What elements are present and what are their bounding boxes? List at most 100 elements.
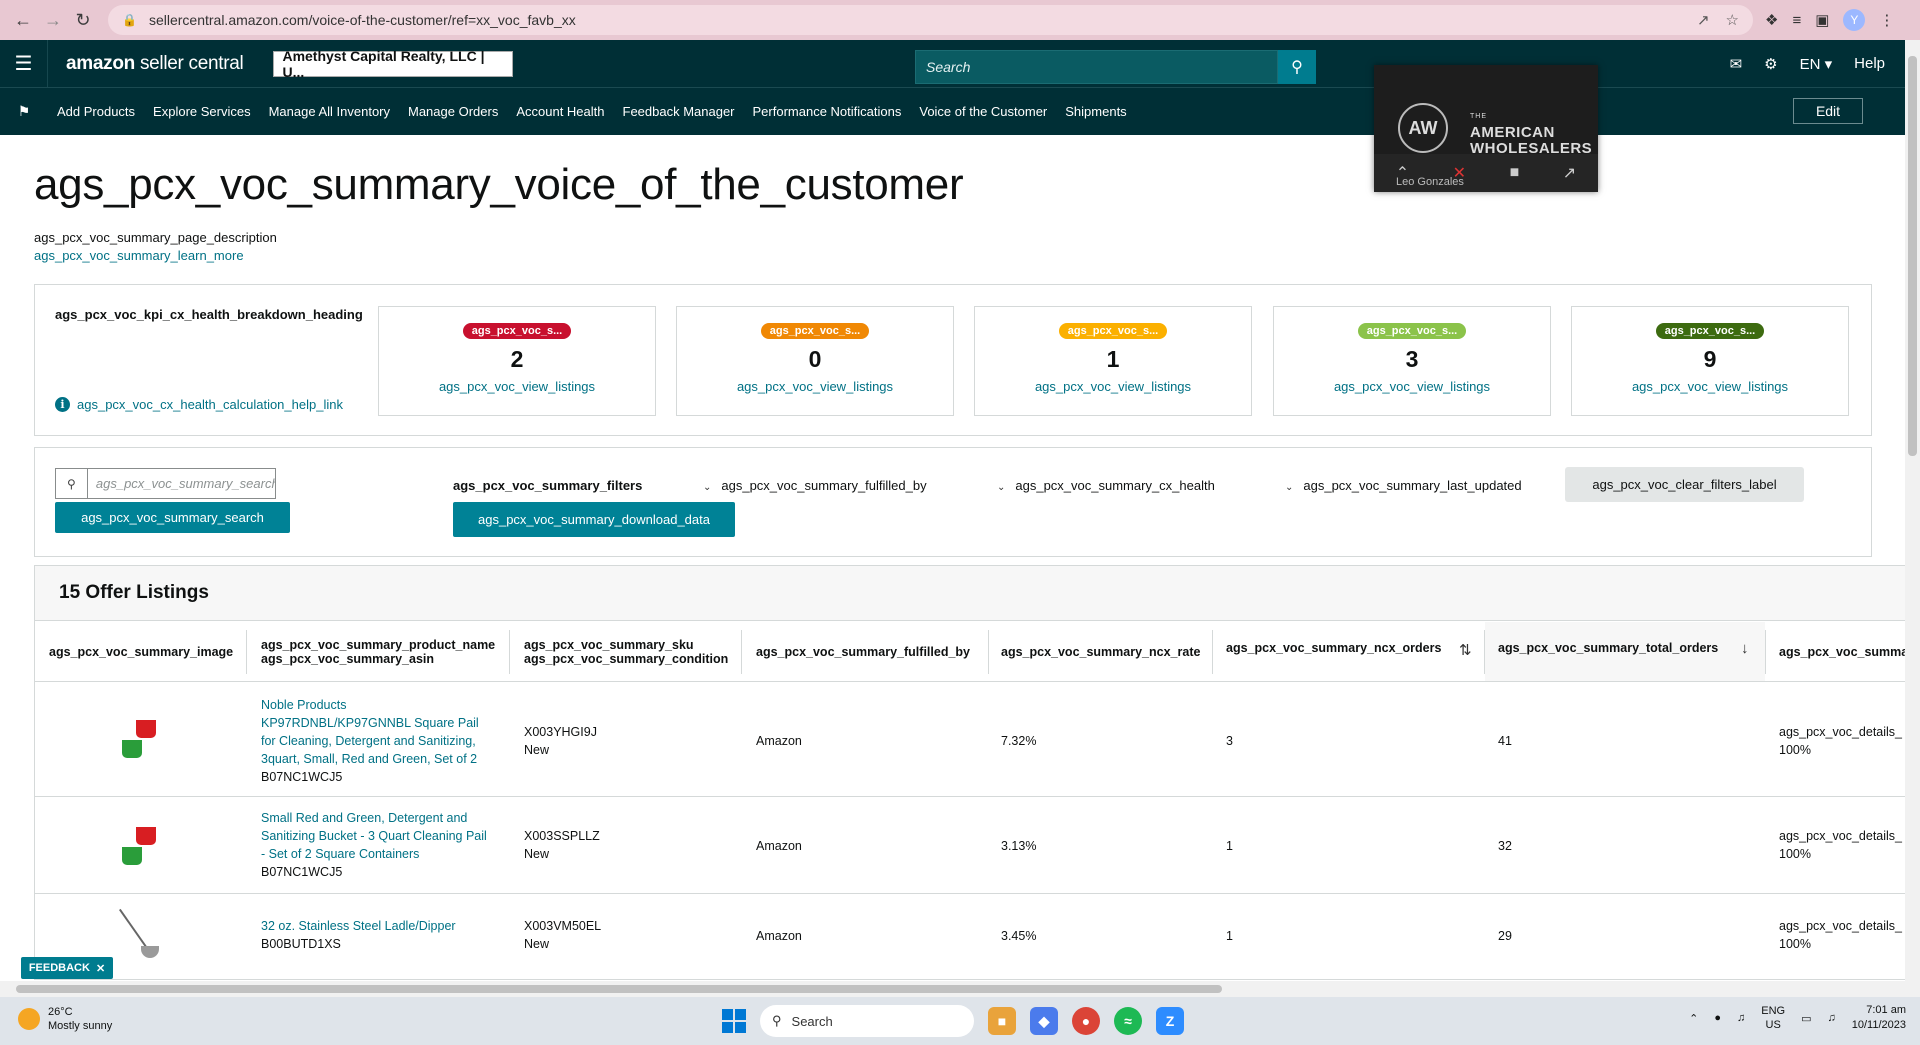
language-indicator[interactable]: ENG US bbox=[1761, 1004, 1785, 1032]
kpi-card[interactable]: ags_pcx_voc_s... 2 ags_pcx_voc_view_list… bbox=[378, 306, 656, 416]
product-name-link[interactable]: 32 oz. Stainless Steel Ladle/Dipper bbox=[261, 917, 511, 935]
kpi-card[interactable]: ags_pcx_voc_s... 9 ags_pcx_voc_view_list… bbox=[1571, 306, 1849, 416]
header-search-input[interactable]: Search bbox=[915, 50, 1278, 84]
chrome-menu-icon[interactable]: ⋮ bbox=[1879, 11, 1894, 29]
kpi-heading: ags_pcx_voc_kpi_cx_health_breakdown_head… bbox=[55, 307, 363, 322]
language-label: EN bbox=[1799, 55, 1821, 73]
horizontal-scrollbar[interactable] bbox=[0, 981, 1905, 997]
product-name-link[interactable]: Noble Products KP97RDNBL/KP97GNNBL Squar… bbox=[261, 696, 511, 768]
profile-avatar[interactable]: Y bbox=[1843, 9, 1866, 31]
summary-search-button[interactable]: ags_pcx_voc_summary_search bbox=[55, 502, 290, 533]
spotify-icon[interactable]: ≈ bbox=[1114, 1007, 1142, 1035]
summary-search-input[interactable]: ⚲ ags_pcx_voc_summary_search bbox=[55, 468, 276, 499]
cx-health-help-link[interactable]: i ags_pcx_voc_cx_health_calculation_help… bbox=[55, 397, 343, 412]
column-divider bbox=[1765, 630, 1766, 674]
col-label: ags_pcx_voc_summary_product_name bbox=[261, 638, 496, 652]
network-icon[interactable]: ● bbox=[1714, 1012, 1721, 1024]
share-icon[interactable]: ↗ bbox=[1697, 11, 1710, 29]
view-listings-link[interactable]: ags_pcx_voc_view_listings bbox=[1572, 379, 1848, 394]
search-icon[interactable]: ⚲ bbox=[1278, 50, 1316, 84]
nav-item-manage-orders[interactable]: Manage Orders bbox=[399, 104, 507, 119]
col-header-image[interactable]: ags_pcx_voc_summary_image bbox=[49, 622, 233, 682]
monitor-icon[interactable]: ▭ bbox=[1801, 1012, 1811, 1025]
video-brand-text: THE AMERICAN WHOLESALERS bbox=[1470, 109, 1592, 157]
hamburger-menu-icon[interactable]: ☰ bbox=[0, 40, 48, 87]
col-header-more[interactable]: ags_pcx_voc_summa bbox=[1779, 622, 1905, 682]
account-switcher[interactable]: Amethyst Capital Realty, LLC | U... bbox=[273, 48, 514, 80]
product-image[interactable] bbox=[118, 712, 168, 767]
kpi-card[interactable]: ags_pcx_voc_s... 3 ags_pcx_voc_view_list… bbox=[1273, 306, 1551, 416]
mail-icon[interactable]: ✉ bbox=[1730, 55, 1743, 73]
last-updated-dropdown[interactable]: ⌄ ags_pcx_voc_summary_last_updated bbox=[1285, 478, 1522, 493]
kpi-card[interactable]: ags_pcx_voc_s... 0 ags_pcx_voc_view_list… bbox=[676, 306, 954, 416]
nav-item-add-products[interactable]: Add Products bbox=[48, 104, 144, 119]
nav-item-manage-inventory[interactable]: Manage All Inventory bbox=[260, 104, 399, 119]
widgets-icon[interactable]: ■ bbox=[988, 1007, 1016, 1035]
sort-descending-icon[interactable]: ↓ bbox=[1741, 640, 1749, 657]
taskbar-search[interactable]: ⚲ Search bbox=[760, 1005, 974, 1037]
clear-filters-button[interactable]: ags_pcx_voc_clear_filters_label bbox=[1565, 467, 1804, 502]
filter-panel: ⚲ ags_pcx_voc_summary_search ags_pcx_voc… bbox=[34, 447, 1872, 557]
scrollbar-thumb[interactable] bbox=[1908, 56, 1917, 456]
vertical-scrollbar[interactable] bbox=[1905, 40, 1920, 997]
kpi-card[interactable]: ags_pcx_voc_s... 1 ags_pcx_voc_view_list… bbox=[974, 306, 1252, 416]
camera-icon[interactable]: ■ bbox=[1510, 164, 1520, 182]
nav-item-account-health[interactable]: Account Health bbox=[507, 104, 613, 119]
nav-item-feedback-manager[interactable]: Feedback Manager bbox=[614, 104, 744, 119]
sort-icon[interactable]: ⇅ bbox=[1459, 641, 1472, 659]
download-data-button[interactable]: ags_pcx_voc_summary_download_data bbox=[453, 502, 735, 537]
product-image[interactable] bbox=[118, 819, 168, 874]
view-listings-link[interactable]: ags_pcx_voc_view_listings bbox=[975, 379, 1251, 394]
feedback-button[interactable]: FEEDBACK ✕ bbox=[21, 957, 113, 979]
col-header-total-orders[interactable]: ags_pcx_voc_summary_total_orders bbox=[1498, 618, 1718, 678]
help-link[interactable]: Help bbox=[1854, 55, 1885, 72]
col-header-ncx-orders[interactable]: ags_pcx_voc_summary_ncx_orders bbox=[1226, 618, 1441, 678]
seller-central-logo[interactable]: amazon seller central bbox=[66, 53, 244, 75]
fulfilled-by-dropdown[interactable]: ⌄ ags_pcx_voc_summary_fulfilled_by bbox=[703, 478, 927, 493]
nav-item-voice-of-customer[interactable]: Voice of the Customer bbox=[910, 104, 1056, 119]
view-listings-link[interactable]: ags_pcx_voc_view_listings bbox=[677, 379, 953, 394]
zoom-icon[interactable]: Z bbox=[1156, 1007, 1184, 1035]
close-icon[interactable]: ✕ bbox=[96, 962, 105, 975]
extensions-icon[interactable]: ❖ bbox=[1765, 11, 1778, 29]
address-bar[interactable]: 🔒 sellercentral.amazon.com/voice-of-the-… bbox=[108, 5, 1753, 35]
col-header-ncx-rate[interactable]: ags_pcx_voc_summary_ncx_rate bbox=[1001, 622, 1200, 682]
nav-item-explore-services[interactable]: Explore Services bbox=[144, 104, 260, 119]
start-icon[interactable] bbox=[722, 1009, 746, 1033]
video-call-overlay[interactable]: AW THE AMERICAN WHOLESALERS ⌃ ✕ ■ ↗ Leo Go… bbox=[1374, 65, 1598, 192]
edit-nav-button[interactable]: Edit bbox=[1793, 98, 1863, 124]
microphone-icon[interactable]: ♫ bbox=[1737, 1012, 1745, 1024]
cx-health-dropdown[interactable]: ⌄ ags_pcx_voc_summary_cx_health bbox=[997, 478, 1215, 493]
photos-icon[interactable]: ◆ bbox=[1030, 1007, 1058, 1035]
learn-more-link[interactable]: ags_pcx_voc_summary_learn_more bbox=[34, 248, 244, 263]
forward-icon[interactable]: → bbox=[38, 5, 68, 35]
weather-widget[interactable]: 26°C Mostly sunny bbox=[18, 1005, 112, 1033]
product-image[interactable] bbox=[113, 908, 173, 970]
back-icon[interactable]: ← bbox=[8, 5, 38, 35]
col-header-product[interactable]: ags_pcx_voc_summary_product_name ags_pcx_… bbox=[261, 622, 495, 682]
gear-icon[interactable]: ⚙ bbox=[1764, 55, 1777, 73]
cx-health-label: ags_pcx_voc_summary_cx_health bbox=[1015, 478, 1215, 493]
language-selector[interactable]: EN ▾ bbox=[1800, 55, 1833, 73]
chevron-up-icon[interactable]: ⌃ bbox=[1689, 1012, 1698, 1025]
reading-list-icon[interactable]: ≡ bbox=[1792, 12, 1801, 29]
kpi-count: 9 bbox=[1703, 346, 1717, 372]
product-name-link[interactable]: Small Red and Green, Detergent and Sanit… bbox=[261, 809, 511, 863]
nav-item-shipments[interactable]: Shipments bbox=[1056, 104, 1135, 119]
view-listings-link[interactable]: ags_pcx_voc_view_listings bbox=[379, 379, 655, 394]
chrome-icon[interactable]: ● bbox=[1072, 1007, 1100, 1035]
scrollbar-thumb[interactable] bbox=[16, 985, 1222, 993]
clock[interactable]: 7:01 am 10/11/2023 bbox=[1852, 1003, 1906, 1033]
product-name-line: Noble Products bbox=[261, 698, 347, 712]
nav-item-performance-notifications[interactable]: Performance Notifications bbox=[744, 104, 911, 119]
bookmark-icon[interactable]: ⚑ bbox=[0, 103, 48, 120]
col-header-fulfilled-by[interactable]: ags_pcx_voc_summary_fulfilled_by bbox=[756, 622, 970, 682]
bookmark-star-icon[interactable]: ☆ bbox=[1726, 11, 1739, 29]
view-listings-link[interactable]: ags_pcx_voc_view_listings bbox=[1274, 379, 1550, 394]
reload-icon[interactable]: ↻ bbox=[68, 5, 98, 35]
volume-icon[interactable]: ♫ bbox=[1828, 1012, 1836, 1024]
feedback-label: FEEDBACK bbox=[28, 962, 90, 974]
side-panel-icon[interactable]: ▣ bbox=[1815, 11, 1829, 29]
col-header-sku[interactable]: ags_pcx_voc_summary_sku ags_pcx_voc_summa… bbox=[524, 622, 728, 682]
popout-icon[interactable]: ↗ bbox=[1563, 163, 1576, 183]
